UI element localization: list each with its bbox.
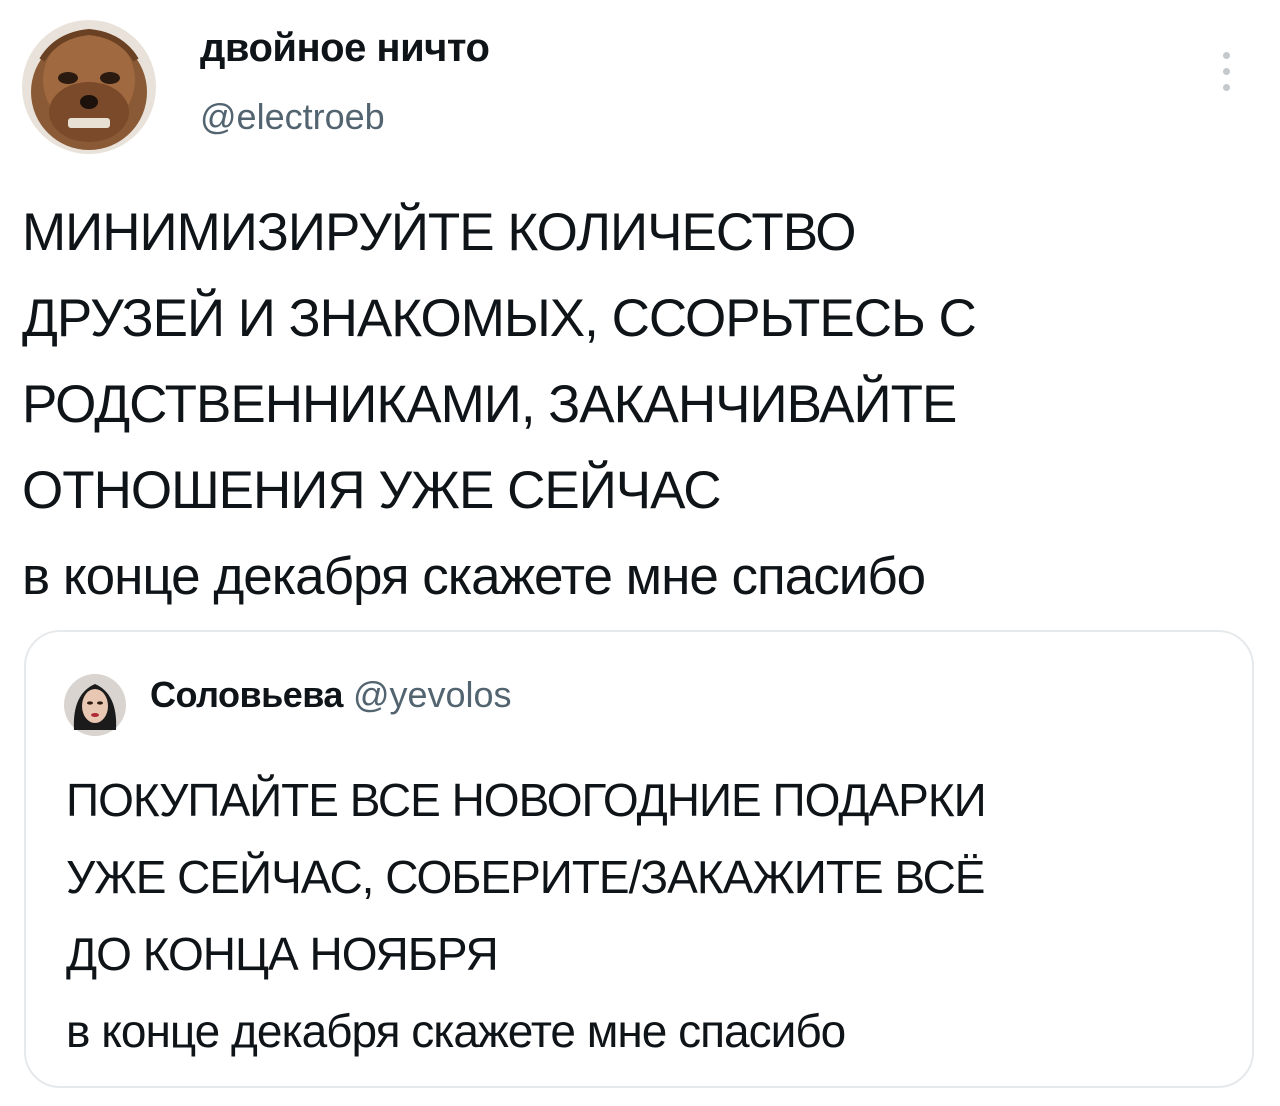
more-options-button[interactable] <box>1212 48 1242 96</box>
quoted-author-avatar[interactable] <box>64 674 156 766</box>
tweet-text-line: МИНИМИЗИРУЙТЕ КОЛИЧЕСТВО <box>22 203 857 262</box>
quoted-tweet-header: Соловьева @yevolos <box>150 674 512 734</box>
quoted-tweet-text-line: УЖЕ СЕЙЧАС, СОБЕРИТЕ/ЗАКАЖИТЕ ВСЁ <box>66 851 986 903</box>
quoted-tweet-text-line: в конце декабря скажете мне спасибо <box>66 1005 846 1057</box>
quoted-tweet-text: ПОКУПАЙТЕ ВСЕ НОВОГОДНИЕ ПОДАРКИ УЖЕ СЕЙ… <box>66 762 1236 1070</box>
author-display-name[interactable]: двойное ничто <box>200 26 490 71</box>
quoted-tweet-card[interactable]: Соловьева @yevolos ПОКУПАЙТЕ ВСЕ НОВОГОДН… <box>24 630 1254 1088</box>
author-avatar-image <box>22 20 156 154</box>
tweet-text: МИНИМИЗИРУЙТЕ КОЛИЧЕСТВО ДРУЗЕЙ И ЗНАКОМ… <box>22 190 1252 620</box>
quoted-author-display-name[interactable]: Соловьева <box>150 674 343 715</box>
tweet-text-line: ОТНОШЕНИЯ УЖЕ СЕЙЧАС <box>22 461 722 520</box>
tweet-text-line: в конце декабря скажете мне спасибо <box>22 547 926 606</box>
author-handle[interactable]: @electroeb <box>200 96 385 138</box>
quoted-tweet-text-line: ДО КОНЦА НОЯБРЯ <box>66 928 499 980</box>
tweet: двойное ничто @electroeb МИНИМИЗИРУЙТЕ К… <box>0 0 1280 1106</box>
tweet-text-line: РОДСТВЕННИКАМИ, ЗАКАНЧИВАЙТЕ <box>22 375 957 434</box>
quoted-author-avatar-image <box>64 674 126 736</box>
quoted-author-handle[interactable]: @yevolos <box>353 674 512 715</box>
author-avatar[interactable] <box>22 20 156 154</box>
tweet-text-line: ДРУЗЕЙ И ЗНАКОМЫХ, ССОРЬТЕСЬ С <box>22 289 977 348</box>
quoted-tweet-text-line: ПОКУПАЙТЕ ВСЕ НОВОГОДНИЕ ПОДАРКИ <box>66 774 987 826</box>
